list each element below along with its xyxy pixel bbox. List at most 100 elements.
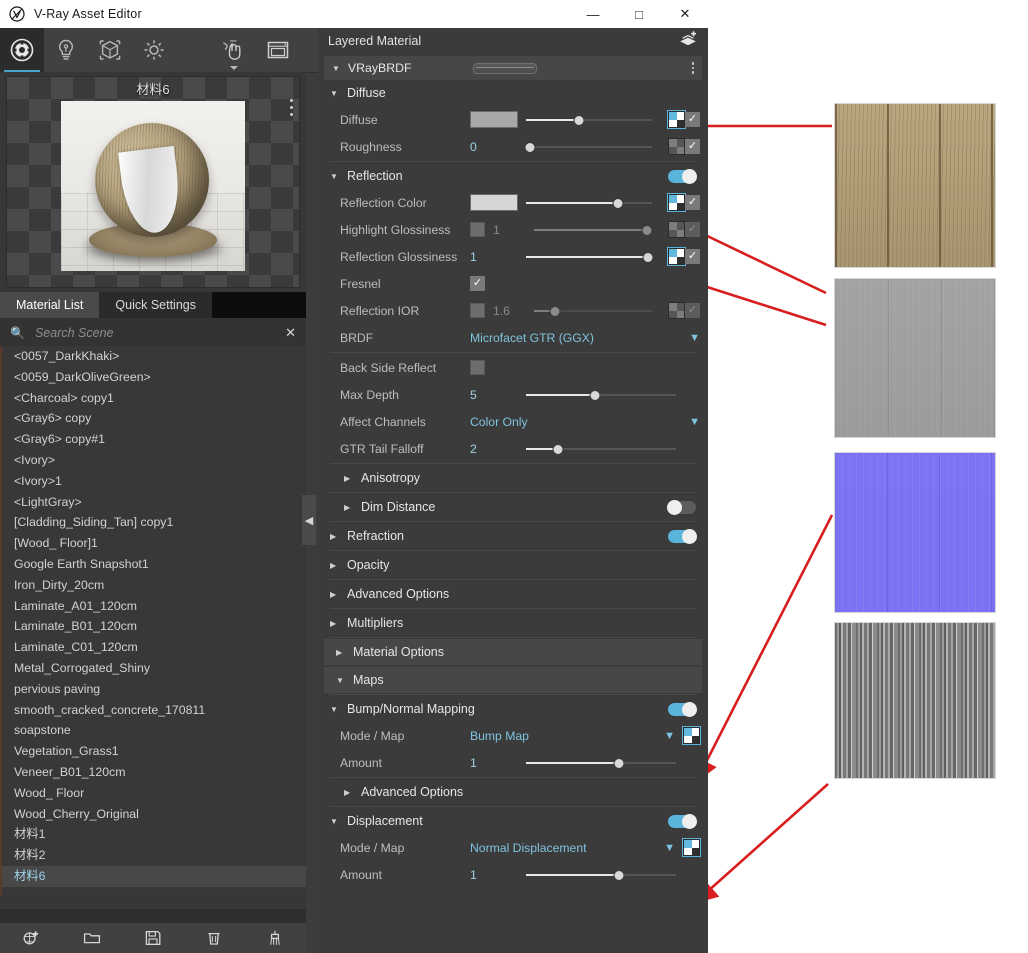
reflection-ior-lock[interactable] [470,303,485,318]
displacement-amount-slider[interactable] [526,867,676,883]
list-item[interactable]: smooth_cracked_concrete_170811 [2,700,306,721]
list-item[interactable]: <Charcoal> copy1 [2,388,306,409]
chevron-down-icon[interactable]: ▼ [689,416,700,428]
fresnel-checkbox[interactable]: ✓ [470,276,485,291]
search-input[interactable] [32,325,286,341]
layer-blend-slider[interactable] [473,62,538,74]
max-depth-value[interactable]: 5 [470,388,518,402]
interactive-render-icon[interactable] [212,28,256,72]
clear-icon[interactable]: ✕ [285,325,296,341]
displacement-texture-slot[interactable] [682,838,701,857]
back-side-reflect-checkbox[interactable] [470,360,485,375]
add-material-icon[interactable] [14,925,48,951]
gtr-tail-falloff-slider[interactable] [526,441,676,457]
displacement-toggle[interactable] [668,813,697,829]
list-item[interactable]: [Wood_ Floor]1 [2,533,306,554]
list-item[interactable]: Vegetation_Grass1 [2,741,306,762]
chevron-down-icon[interactable]: ▼ [664,842,675,854]
purge-icon[interactable] [258,925,292,951]
pane-collapse-handle[interactable]: ◀ [302,495,316,545]
roughness-enable-checkbox[interactable]: ✓ [685,139,700,154]
section-header-bump-advanced-options[interactable]: ▶ Advanced Options [318,779,708,805]
list-item[interactable]: Wood_Cherry_Original [2,804,306,825]
chevron-down-icon[interactable]: ▼ [664,730,675,742]
list-item[interactable]: Laminate_C01_120cm [2,637,306,658]
reflection-ior-texture-slot[interactable] [668,302,685,319]
list-item[interactable]: soapstone [2,720,306,741]
frame-buffer-icon[interactable] [256,28,300,72]
section-header-maps[interactable]: ▼ Maps [324,667,702,693]
list-item[interactable]: [Cladding_Siding_Tan] copy1 [2,512,306,533]
list-item[interactable]: Laminate_A01_120cm [2,596,306,617]
section-header-displacement[interactable]: ▼ Displacement [318,808,708,834]
list-item[interactable]: <Gray6> copy#1 [2,429,306,450]
open-folder-icon[interactable] [75,925,109,951]
section-header-diffuse[interactable]: ▼ Diffuse [318,80,708,106]
diffuse-texture-slot[interactable] [667,110,686,129]
add-layer-icon[interactable] [678,30,698,53]
highlight-glossiness-enable-checkbox[interactable]: ✓ [685,222,700,237]
list-item[interactable]: pervious paving [2,679,306,700]
reflection-ior-enable-checkbox[interactable]: ✓ [685,303,700,318]
displacement-mode-value[interactable]: Normal Displacement [470,841,664,855]
brdf-dropdown-value[interactable]: Microfacet GTR (GGX) [470,331,689,345]
roughness-value[interactable]: 0 [470,140,518,154]
reflection-color-swatch[interactable] [470,194,518,211]
minimize-button[interactable]: — [570,0,616,28]
list-item[interactable]: 材料1 [2,824,306,845]
list-item[interactable]: <Ivory>1 [2,471,306,492]
list-item[interactable]: <0059_DarkOliveGreen> [2,367,306,388]
list-item[interactable]: Google Earth Snapshot1 [2,554,306,575]
roughness-slider[interactable] [524,139,652,155]
highlight-glossiness-lock[interactable] [470,222,485,237]
bump-amount-slider[interactable] [526,755,676,771]
bump-mode-value[interactable]: Bump Map [470,729,664,743]
section-header-multipliers[interactable]: ▶ Multipliers [318,610,708,636]
bump-amount-value[interactable]: 1 [470,756,518,770]
diffuse-enable-checkbox[interactable]: ✓ [685,112,700,127]
reflection-glossiness-slider[interactable] [526,249,654,265]
section-header-dim-distance[interactable]: ▶ Dim Distance [318,494,708,520]
list-item[interactable]: <Gray6> copy [2,408,306,429]
diffuse-slider[interactable] [526,112,652,128]
bump-texture-slot[interactable] [682,726,701,745]
list-item[interactable]: <0057_DarkKhaki> [2,346,306,367]
tab-material-list[interactable]: Material List [0,292,100,318]
highlight-glossiness-texture-slot[interactable] [668,221,685,238]
list-item[interactable]: Metal_Corrogated_Shiny [2,658,306,679]
more-options-icon[interactable] [290,99,293,116]
section-header-reflection[interactable]: ▼ Reflection [318,163,708,189]
geometry-tab-icon[interactable] [88,28,132,72]
section-header-bump-normal-mapping[interactable]: ▼ Bump/Normal Mapping [318,696,708,722]
section-header-anisotropy[interactable]: ▶ Anisotropy [318,465,708,491]
kebab-menu-icon[interactable] [691,62,694,74]
close-button[interactable]: ✕ [662,0,708,28]
diffuse-color-swatch[interactable] [470,111,518,128]
dim-distance-toggle[interactable] [667,499,696,515]
save-icon[interactable] [136,925,170,951]
list-item[interactable]: <Ivory> [2,450,306,471]
list-item[interactable]: Veneer_B01_120cm [2,762,306,783]
reflection-color-enable-checkbox[interactable]: ✓ [685,195,700,210]
list-item[interactable]: Iron_Dirty_20cm [2,575,306,596]
list-item[interactable]: 材料6 [2,865,306,887]
gtr-tail-falloff-value[interactable]: 2 [470,442,518,456]
reflection-glossiness-texture-slot[interactable] [667,247,686,266]
material-list[interactable]: <0057_DarkKhaki> <0059_DarkOliveGreen> <Ch… [0,346,306,895]
vraybrdf-layer-row[interactable]: ▼ VRayBRDF [324,56,702,80]
list-item[interactable]: Laminate_B01_120cm [2,616,306,637]
tab-quick-settings[interactable]: Quick Settings [99,292,212,318]
affect-channels-value[interactable]: Color Only [470,415,689,429]
delete-icon[interactable] [197,925,231,951]
lights-tab-icon[interactable] [44,28,88,72]
materials-tab-icon[interactable] [0,28,44,72]
chevron-down-icon[interactable]: ▼ [689,332,700,344]
section-header-material-options[interactable]: ▶ Material Options [324,639,702,665]
section-header-advanced-options[interactable]: ▶ Advanced Options [318,581,708,607]
list-item[interactable]: <LightGray> [2,492,306,513]
reflection-color-slider[interactable] [526,195,652,211]
maximize-button[interactable]: □ [616,0,662,28]
displacement-amount-value[interactable]: 1 [470,868,518,882]
reflection-glossiness-value[interactable]: 1 [470,250,518,264]
reflection-color-texture-slot[interactable] [667,193,686,212]
